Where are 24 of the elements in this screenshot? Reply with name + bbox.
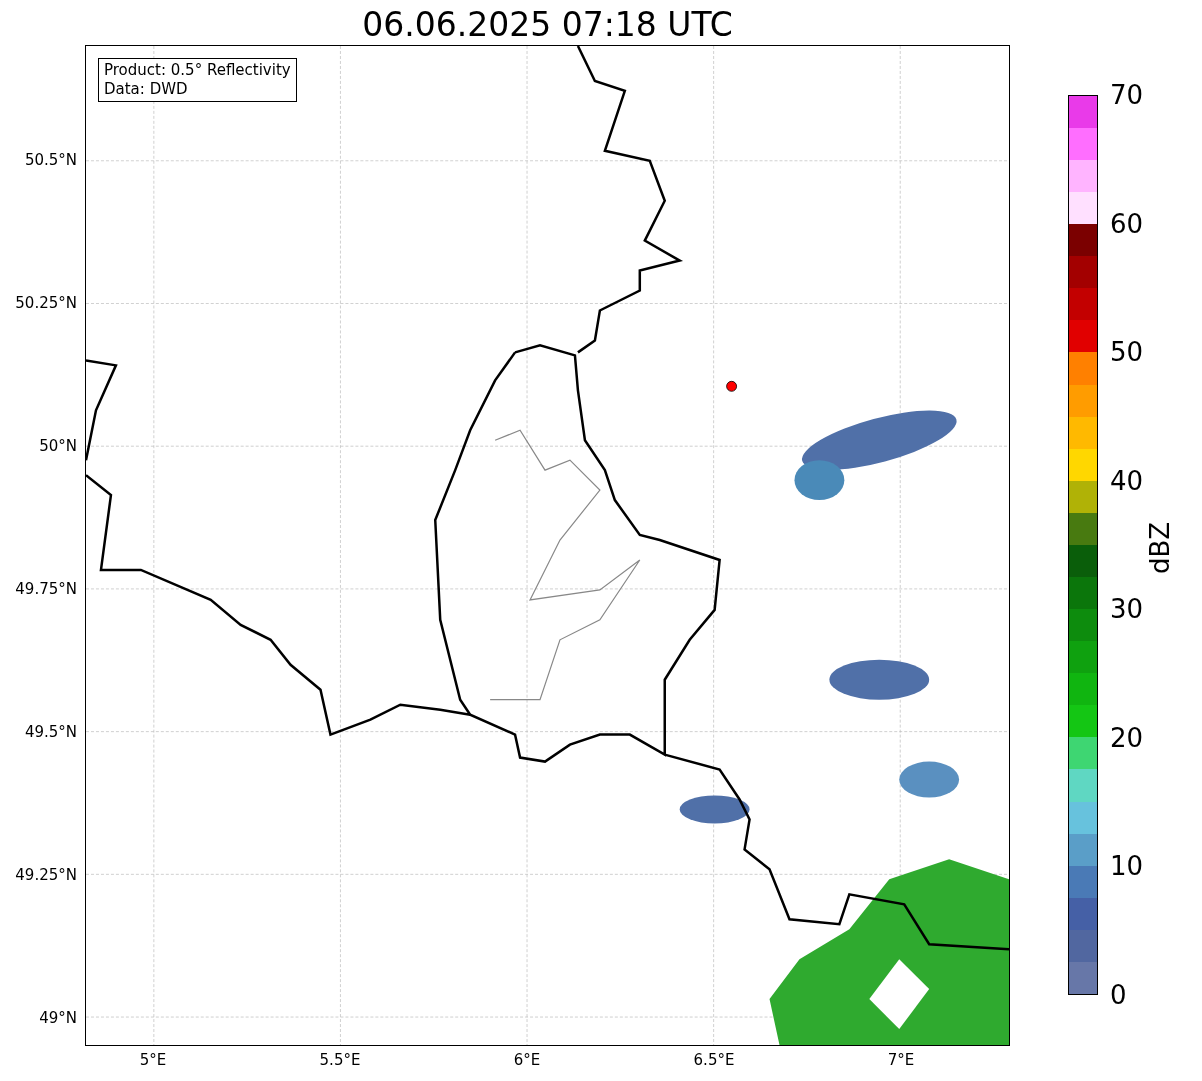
colorbar-tick-label: 30 [1110, 594, 1144, 625]
chart-title: 06.06.2025 07:18 UTC [362, 5, 733, 45]
colorbar-tick-label: 0 [1110, 980, 1127, 1010]
longitude-label: 6.5°E [692, 1051, 736, 1069]
colorbar-tick-label: 10 [1110, 851, 1144, 882]
colorbar-tick-label: 20 [1110, 722, 1144, 753]
latitude-label: 49°N [39, 1009, 77, 1027]
legend-text: Product: 0.5° Reflectivity [104, 61, 291, 80]
latitude-label: 49.5°N [24, 723, 77, 741]
colorbar-tick-label: 50 [1110, 337, 1144, 368]
colorbar-tick-label: 60 [1110, 208, 1144, 239]
latitude-label: 50.5°N [24, 151, 77, 169]
latitude-label: 50.25°N [15, 294, 77, 312]
longitude-label: 6°E [512, 1051, 542, 1069]
latitude-label: 50°N [39, 437, 77, 455]
latitude-label: 49.75°N [15, 580, 77, 598]
legend-text: Data: DWD [104, 80, 189, 99]
latitude-label: 49.25°N [15, 866, 77, 884]
longitude-label: 5°E [138, 1051, 168, 1069]
colorbar-axis-label: dBZ [1144, 521, 1175, 575]
colorbar-tick-label: 70 [1110, 80, 1144, 110]
longitude-label: 5.5°E [318, 1051, 362, 1069]
longitude-label: 7°E [886, 1051, 916, 1069]
colorbar-tick-label: 40 [1110, 465, 1144, 496]
